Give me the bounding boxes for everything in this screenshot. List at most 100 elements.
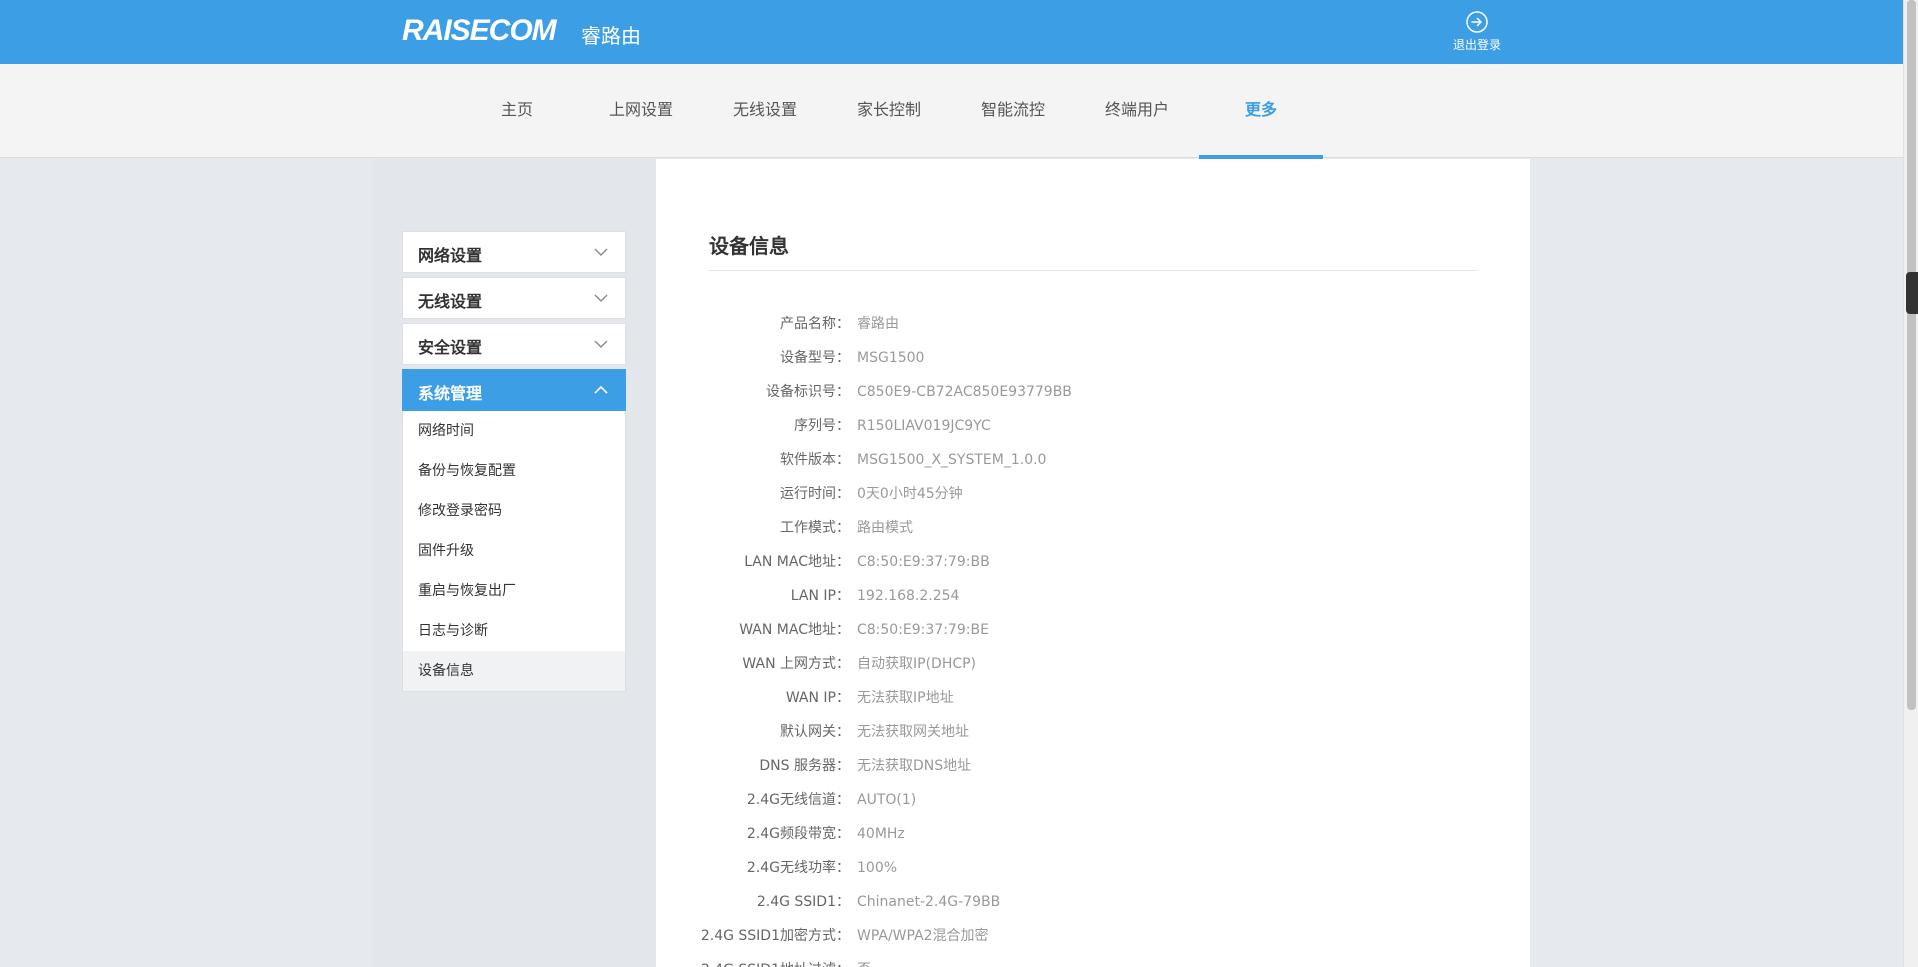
info-row: 运行时间： 0天0小时45分钟 [656, 477, 1530, 511]
info-row: 2.4G SSID1加密方式： WPA/WPA2混合加密 [656, 919, 1530, 953]
info-row: 2.4G SSID1地址过滤： 否 [656, 953, 1530, 967]
info-label: 工作模式： [780, 520, 850, 536]
info-row: 2.4G无线信道： AUTO(1) [656, 783, 1530, 817]
nav-parental-control[interactable]: 家长控制 [827, 64, 951, 158]
info-label: 设备型号： [780, 350, 850, 366]
scrollbar-thumb[interactable] [1907, 0, 1916, 710]
info-row: LAN MAC地址： C8:50:E9:37:79:BB [656, 545, 1530, 579]
info-row: 2.4G无线功率： 100% [656, 851, 1530, 885]
info-value: 否 [857, 953, 871, 967]
info-value: MSG1500_X_SYSTEM_1.0.0 [857, 452, 1047, 468]
chevron-down-icon [594, 248, 608, 256]
main-content: 设备信息 产品名称： 睿路由设备型号： MSG1500 设备标识号： C850E9-CB… [656, 159, 1530, 967]
sidebar-item-logs-diagnostics[interactable]: 日志与诊断 [403, 611, 625, 651]
info-value: C850E9-CB72AC850E93779BB [857, 384, 1072, 400]
info-label: 2.4G频段带宽： [746, 826, 850, 842]
info-value: 0天0小时45分钟 [857, 486, 963, 502]
sidebar-group-security[interactable]: 安全设置 [402, 323, 626, 365]
title-divider [709, 270, 1477, 271]
info-value: C8:50:E9:37:79:BB [857, 554, 990, 570]
info-row: 默认网关： 无法获取网关地址 [656, 715, 1530, 749]
logout-label: 退出登录 [1452, 38, 1501, 52]
sidebar-group-wireless[interactable]: 无线设置 [402, 277, 626, 319]
nav-smart-qos[interactable]: 智能流控 [951, 64, 1075, 158]
info-label: 2.4G SSID1加密方式： [700, 928, 850, 944]
info-label: 2.4G SSID1地址过滤： [656, 953, 850, 967]
info-value: 自动获取IP(DHCP) [857, 656, 977, 672]
sidebar-group-system[interactable]: 系统管理 [402, 369, 626, 411]
sidebar-item-network-time[interactable]: 网络时间 [403, 411, 625, 451]
info-value: 无法获取DNS地址 [857, 758, 972, 774]
raisecom-logo: RAISECOM [402, 14, 557, 47]
info-value: 192.168.2.254 [857, 588, 960, 604]
info-value: C8:50:E9:37:79:BE [857, 622, 989, 638]
info-label: 运行时间： [780, 486, 850, 502]
sidebar-item-firmware-upgrade[interactable]: 固件升级 [403, 531, 625, 571]
info-label: 序列号： [794, 418, 850, 434]
chevron-down-icon [594, 340, 608, 348]
page-scrollbar[interactable] [1903, 0, 1918, 967]
sidebar-item-change-password[interactable]: 修改登录密码 [403, 491, 625, 531]
device-info-list: 产品名称： 睿路由设备型号： MSG1500 设备标识号： C850E9-CB72AC8… [656, 307, 1530, 967]
sidebar-group-label: 无线设置 [418, 292, 483, 311]
info-label: LAN MAC地址： [744, 554, 850, 570]
main-nav: 主页 上网设置 无线设置 家长控制 智能流控 终端用户 更多 [0, 64, 1903, 159]
info-row: 序列号： R150LIAV019JC9YC [656, 409, 1530, 443]
info-row: 工作模式： 路由模式 [656, 511, 1530, 545]
info-row: 软件版本： MSG1500_X_SYSTEM_1.0.0 [656, 443, 1530, 477]
nav-terminal-users[interactable]: 终端用户 [1075, 64, 1199, 158]
sidebar-item-reboot-reset[interactable]: 重启与恢复出厂 [403, 571, 625, 611]
info-label: 软件版本： [780, 452, 850, 468]
info-row: WAN 上网方式： 自动获取IP(DHCP) [656, 647, 1530, 681]
info-value: R150LIAV019JC9YC [857, 418, 991, 434]
info-label: WAN 上网方式： [742, 656, 850, 672]
sidebar-item-backup-restore[interactable]: 备份与恢复配置 [403, 451, 625, 491]
sidebar-menu: 网络设置 无线设置 安全设置 系统管理 网络时间 备份与恢复配置 修改登录密码 … [402, 231, 626, 692]
chevron-up-icon [594, 385, 608, 394]
top-header: RAISECOM 睿路由 退出登录 [0, 0, 1903, 64]
sidebar-group-label: 系统管理 [418, 384, 483, 403]
info-row: LAN IP： 192.168.2.254 [656, 579, 1530, 613]
info-value: MSG1500 [857, 350, 925, 366]
chevron-down-icon [594, 294, 608, 302]
page-title: 设备信息 [709, 234, 789, 258]
arrow-right-circle-icon [1466, 11, 1488, 33]
info-row: 设备型号： MSG1500 [656, 341, 1530, 375]
sidebar-item-device-info[interactable]: 设备信息 [403, 651, 625, 691]
info-row: 产品名称： 睿路由 [656, 307, 1530, 341]
info-label: 产品名称： [780, 316, 850, 332]
info-label: WAN IP： [785, 690, 850, 706]
info-label: 默认网关： [780, 724, 850, 740]
system-submenu: 网络时间 备份与恢复配置 修改登录密码 固件升级 重启与恢复出厂 日志与诊断 设… [402, 411, 626, 692]
info-value: 无法获取IP地址 [857, 690, 954, 706]
nav-wireless-settings[interactable]: 无线设置 [703, 64, 827, 158]
info-value: AUTO(1) [857, 792, 917, 808]
info-value: 40MHz [857, 826, 905, 842]
info-label: 2.4G无线功率： [746, 860, 850, 876]
sidebar-group-label: 网络设置 [418, 246, 483, 265]
nav-home[interactable]: 主页 [455, 64, 579, 158]
info-label: DNS 服务器： [759, 758, 850, 774]
info-label: 2.4G无线信道： [746, 792, 850, 808]
info-value: 100% [857, 860, 898, 876]
nav-internet-settings[interactable]: 上网设置 [579, 64, 703, 158]
info-value: 路由模式 [857, 520, 913, 536]
info-label: LAN IP： [790, 588, 850, 604]
info-value: 睿路由 [857, 316, 899, 332]
nav-more[interactable]: 更多 [1199, 64, 1323, 159]
info-row: DNS 服务器： 无法获取DNS地址 [656, 749, 1530, 783]
sidebar-group-network[interactable]: 网络设置 [402, 231, 626, 273]
info-label: WAN MAC地址： [739, 622, 850, 638]
info-label: 2.4G SSID1： [756, 894, 850, 910]
info-label: 设备标识号： [766, 384, 850, 400]
sidebar-group-label: 安全设置 [418, 338, 483, 357]
side-float-widget[interactable] [1906, 272, 1918, 314]
info-row: 2.4G频段带宽： 40MHz [656, 817, 1530, 851]
logout-button[interactable]: 退出登录 [1440, 8, 1514, 58]
product-name: 睿路由 [581, 24, 641, 48]
info-value: 无法获取网关地址 [857, 724, 969, 740]
info-row: 设备标识号： C850E9-CB72AC850E93779BB [656, 375, 1530, 409]
info-value: WPA/WPA2混合加密 [857, 928, 989, 944]
info-value: Chinanet-2.4G-79BB [857, 894, 1001, 910]
info-row: WAN MAC地址： C8:50:E9:37:79:BE [656, 613, 1530, 647]
